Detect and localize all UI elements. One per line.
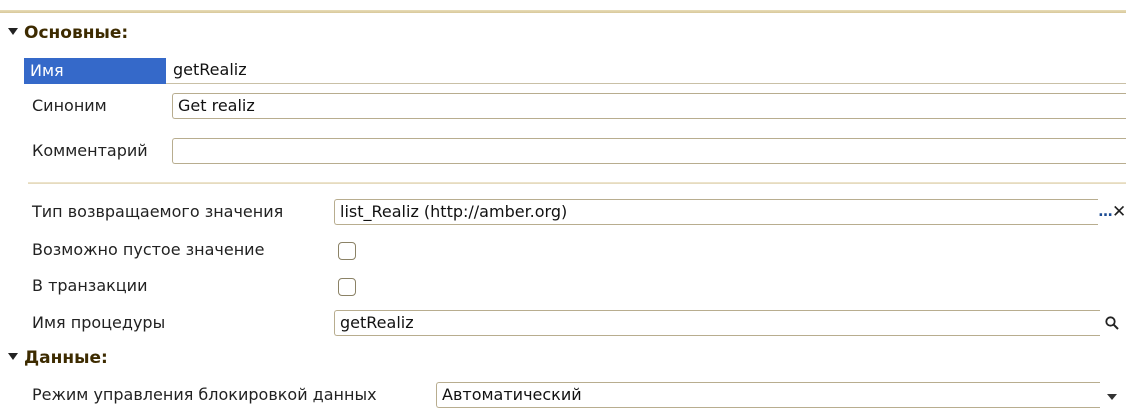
return-type-field[interactable]: list_Realiz (http://amber.org) xyxy=(334,199,1098,225)
comment-label: Комментарий xyxy=(32,141,148,160)
section-header-data[interactable]: Данные: xyxy=(8,347,108,369)
procedure-name-label: Имя процедуры xyxy=(32,313,166,332)
search-icon[interactable] xyxy=(1102,311,1122,335)
section-header-main[interactable]: Основные: xyxy=(8,22,128,44)
chevron-down-icon[interactable] xyxy=(1107,394,1117,400)
nullable-label: Возможно пустое значение xyxy=(32,240,265,259)
name-field[interactable]: getRealiz xyxy=(166,58,1126,84)
comment-field[interactable] xyxy=(172,138,1126,164)
section-main-label: Основные: xyxy=(24,23,129,43)
procedure-name-field[interactable]: getRealiz xyxy=(334,310,1100,336)
lock-mode-select[interactable]: Автоматический xyxy=(436,382,1100,408)
nullable-checkbox[interactable] xyxy=(338,242,356,260)
synonym-label: Синоним xyxy=(32,96,107,115)
section-divider xyxy=(28,182,1126,184)
triangle-down-icon[interactable] xyxy=(8,352,18,360)
transactional-checkbox[interactable] xyxy=(338,278,356,296)
transactional-label: В транзакции xyxy=(32,276,148,295)
lock-mode-label: Режим управления блокировкой данных xyxy=(32,385,377,404)
return-type-label: Тип возвращаемого значения xyxy=(32,202,284,221)
top-separator xyxy=(0,10,1126,13)
triangle-down-icon[interactable] xyxy=(8,27,18,35)
section-data-label: Данные: xyxy=(24,348,108,368)
name-label: Имя xyxy=(24,58,170,84)
synonym-field[interactable]: Get realiz xyxy=(172,93,1126,119)
close-icon[interactable]: ✕ xyxy=(1112,200,1126,224)
